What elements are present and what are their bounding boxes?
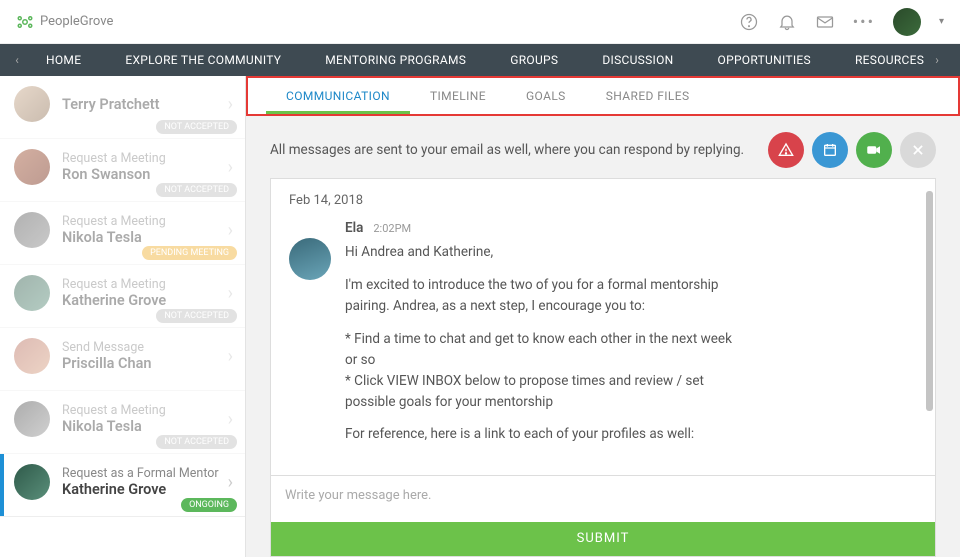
contact-avatar [14,464,50,500]
contact-name: Nikola Tesla [62,229,228,246]
compose-input[interactable] [271,476,935,518]
nav-items: HOME EXPLORE THE COMMUNITY MENTORING PRO… [46,53,960,67]
status-badge: ONGOING [181,498,237,512]
chevron-right-icon: › [228,472,233,493]
bell-icon[interactable] [777,12,797,32]
contact-name: Priscilla Chan [62,355,228,372]
chevron-right-icon: › [228,220,233,241]
message-paragraph: I'm excited to introduce the two of you … [345,275,745,317]
contact-name: Terry Pratchett [62,96,228,113]
action-buttons [768,132,936,168]
close-icon [911,143,925,157]
nav-resources[interactable]: RESOURCES [855,53,924,67]
nav-explore[interactable]: EXPLORE THE COMMUNITY [125,53,281,67]
contact-avatar [14,401,50,437]
nav-mentoring[interactable]: MENTORING PROGRAMS [325,53,466,67]
message-paragraph: For reference, here is a link to each of… [345,424,745,445]
video-button[interactable] [856,132,892,168]
nav-scroll-left[interactable]: ‹ [0,53,34,67]
tab-goals[interactable]: GOALS [506,78,586,114]
navbar: ‹ HOME EXPLORE THE COMMUNITY MENTORING P… [0,44,960,76]
tab-shared-files[interactable]: SHARED FILES [586,78,710,114]
contact-subtitle: Request a Meeting [62,214,228,229]
contact-avatar [14,338,50,374]
status-badge: NOT ACCEPTED [156,309,237,323]
contact-subtitle: Request a Meeting [62,151,228,166]
close-button[interactable] [900,132,936,168]
contact-name: Nikola Tesla [62,418,228,435]
sidebar-item[interactable]: Send MessagePriscilla Chan› [0,328,245,391]
status-badge: NOT ACCEPTED [156,435,237,449]
message-avatar [289,238,331,280]
sidebar-item[interactable]: Request a MeetingRon Swanson› NOT ACCEPTE… [0,139,245,202]
mail-icon[interactable] [815,12,835,32]
message-time: 2:02PM [373,222,411,235]
sidebar-item[interactable]: Request a MeetingNikola Tesla› PENDING ME… [0,202,245,265]
sidebar: Terry Pratchett›NOT ACCEPTEDRequest a Me… [0,76,246,557]
status-badge: NOT ACCEPTED [156,183,237,197]
user-menu-chevron[interactable]: ▾ [939,16,944,27]
contact-subtitle: Send Message [62,340,228,355]
nav-opportunities[interactable]: OPPORTUNITIES [718,53,811,67]
sidebar-item[interactable]: Terry Pratchett› NOT ACCEPTED [0,76,245,139]
nav-home[interactable]: HOME [46,53,81,67]
tab-content: All messages are sent to your email as w… [246,116,960,557]
chevron-right-icon: › [228,346,233,367]
top-icons: ••• ▾ [739,8,944,36]
chevron-right-icon: › [228,283,233,304]
calendar-icon [822,142,838,158]
contact-name: Katherine Grove [62,481,228,498]
contact-avatar [14,212,50,248]
chevron-right-icon: › [228,409,233,430]
message-author: Ela [345,220,363,236]
email-notice: All messages are sent to your email as w… [270,142,744,158]
more-icon[interactable]: ••• [853,12,875,31]
contact-name: Katherine Grove [62,292,228,309]
submit-button[interactable]: SUBMIT [271,522,935,556]
tab-communication[interactable]: COMMUNICATION [266,78,410,114]
content-pane: COMMUNICATION TIMELINE GOALS SHARED FILE… [246,76,960,557]
message-panel: Feb 14, 2018 Ela 2:02PM Hi Andrea and Ka… [270,178,936,557]
chevron-right-icon: › [228,94,233,115]
scrollbar[interactable] [926,191,933,411]
logo[interactable]: PeopleGrove [16,13,113,31]
nav-discussion[interactable]: DISCUSSION [602,53,673,67]
topbar: PeopleGrove ••• ▾ [0,0,960,44]
contact-name: Ron Swanson [62,166,228,183]
sidebar-item[interactable]: Request a MeetingNikola Tesla› NOT ACCEPT… [0,391,245,454]
video-icon [865,141,883,159]
peoplegrove-icon [16,13,34,31]
status-badge: NOT ACCEPTED [156,120,237,134]
contact-subtitle: Request a Meeting [62,277,228,292]
nav-groups[interactable]: GROUPS [510,53,558,67]
contact-avatar [14,275,50,311]
contact-subtitle: Request a Meeting [62,403,228,418]
message-date: Feb 14, 2018 [289,193,917,208]
sidebar-item[interactable]: Request a MeetingKatherine Grove› NOT ACC… [0,265,245,328]
user-avatar[interactable] [893,8,921,36]
tabs: COMMUNICATION TIMELINE GOALS SHARED FILE… [246,76,960,116]
contact-avatar [14,149,50,185]
alert-icon [778,142,794,158]
alert-button[interactable] [768,132,804,168]
calendar-button[interactable] [812,132,848,168]
contact-subtitle: Request as a Formal Mentor [62,466,228,481]
sidebar-item[interactable]: Request as a Formal MentorKatherine Grov… [0,454,245,517]
message: Ela 2:02PM Hi Andrea and Katherine, I'm e… [289,220,917,457]
message-paragraph: * Find a time to chat and get to know ea… [345,329,745,413]
main: Terry Pratchett›NOT ACCEPTEDRequest a Me… [0,76,960,557]
message-text: Hi Andrea and Katherine, I'm excited to i… [345,242,745,445]
message-paragraph: Hi Andrea and Katherine, [345,242,745,263]
tab-timeline[interactable]: TIMELINE [410,78,506,114]
compose: SUBMIT [271,475,935,556]
nav-scroll-right[interactable]: › [920,53,954,67]
help-icon[interactable] [739,12,759,32]
brand-name: PeopleGrove [40,14,113,29]
contact-avatar [14,86,50,122]
chevron-right-icon: › [228,157,233,178]
status-badge: PENDING MEETING [142,246,237,260]
